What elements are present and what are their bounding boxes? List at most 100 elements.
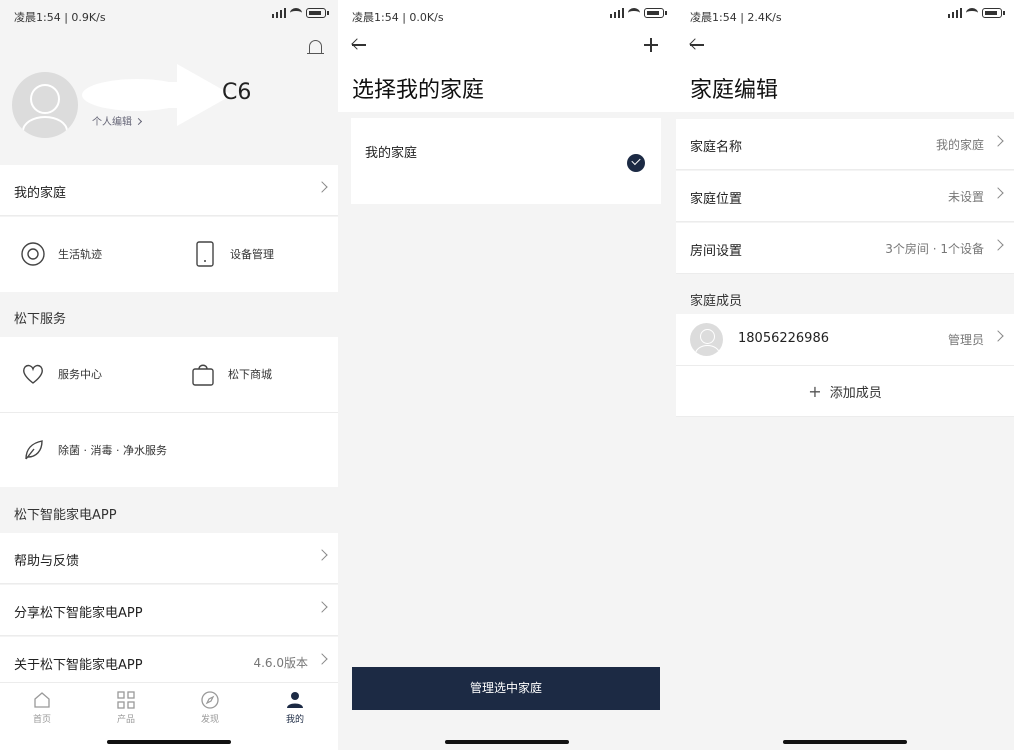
back-arrow-icon[interactable] [690, 38, 706, 52]
home-name-label: 家庭名称 [690, 140, 743, 155]
shopping-bag-icon [192, 364, 214, 386]
member-role: 管理员 [947, 333, 984, 347]
manage-selected-home-button[interactable]: 管理选中家庭 [352, 667, 660, 710]
room-settings-row[interactable]: 房间设置 3个房间 · 1个设备 [676, 223, 1014, 274]
tab-discover[interactable]: 发现 [185, 691, 235, 725]
service-heart-icon [23, 364, 43, 384]
home-name-row[interactable]: 家庭名称 我的家庭 [676, 119, 1014, 170]
services-section-title: 松下服务 [14, 312, 67, 327]
wifi-icon [290, 8, 302, 18]
home-location-label: 家庭位置 [690, 192, 743, 207]
help-feedback-row[interactable]: 帮助与反馈 [0, 533, 338, 584]
about-app-row[interactable]: 关于松下智能家电APP 4.6.0版本 [0, 637, 338, 688]
check-circle-icon [627, 154, 645, 172]
bell-icon[interactable] [307, 40, 324, 54]
sterilization-service-item[interactable]: 除菌 · 消毒 · 净水服务 [20, 437, 167, 463]
home-option-card[interactable]: 我的家庭 [351, 118, 661, 204]
app-section-title: 松下智能家电APP [14, 508, 117, 523]
life-track-label: 生活轨迹 [58, 248, 102, 261]
add-member-button[interactable]: + 添加成员 [676, 382, 1014, 401]
home-location-row[interactable]: 家庭位置 未设置 [676, 171, 1014, 222]
chevron-right-icon [316, 549, 328, 561]
help-feedback-label: 帮助与反馈 [14, 554, 80, 569]
home-indicator [783, 740, 907, 744]
plus-icon: + [808, 382, 822, 401]
battery-icon [644, 8, 667, 18]
home-grid: 生活轨迹 设备管理 [0, 217, 338, 292]
divider [0, 412, 338, 413]
wifi-icon [966, 8, 978, 18]
status-time: 凌晨1:54 | 0.9K/s [14, 11, 106, 24]
avatar[interactable] [12, 72, 78, 138]
chevron-right-icon [316, 601, 328, 613]
add-member-row[interactable]: + 添加成员 [676, 366, 1014, 417]
status-icons [272, 8, 329, 18]
chevron-right-icon [992, 330, 1004, 342]
edit-home-screen: 凌晨1:54 | 2.4K/s 家庭编辑 家庭名称 我的家庭 家庭位置 未设置 … [676, 0, 1014, 750]
battery-icon [982, 8, 1005, 18]
tab-products-label: 产品 [116, 715, 135, 725]
services-card: 服务中心 松下商城 除菌 · 消毒 · 净水服务 [0, 337, 338, 487]
signal-icon [610, 8, 624, 18]
status-icons [610, 8, 667, 18]
home-option-label: 我的家庭 [365, 146, 418, 161]
nickname: C6 [222, 80, 252, 105]
add-member-label: 添加成员 [829, 386, 882, 401]
service-center-item[interactable]: 服务中心 [20, 361, 102, 387]
device-management-label: 设备管理 [230, 248, 274, 261]
share-app-label: 分享松下智能家电APP [14, 606, 143, 621]
status-bar: 凌晨1:54 | 0.0K/s [338, 0, 676, 30]
home-indicator [445, 740, 569, 744]
status-time: 凌晨1:54 | 0.0K/s [352, 11, 444, 24]
tab-home[interactable]: 首页 [17, 691, 67, 725]
life-track-icon [21, 242, 45, 266]
tab-products[interactable]: 产品 [101, 691, 151, 725]
chevron-right-icon [992, 239, 1004, 251]
sterilization-service-label: 除菌 · 消毒 · 净水服务 [58, 444, 167, 457]
tab-discover-label: 发现 [200, 715, 219, 725]
home-icon [34, 692, 50, 708]
signal-icon [948, 8, 962, 18]
status-bar: 凌晨1:54 | 2.4K/s [676, 0, 1014, 30]
life-track-item[interactable]: 生活轨迹 [20, 241, 102, 267]
about-app-label: 关于松下智能家电APP [14, 658, 143, 673]
service-center-label: 服务中心 [58, 368, 102, 381]
panasonic-mall-item[interactable]: 松下商城 [190, 361, 272, 387]
chevron-right-icon [316, 653, 328, 665]
app-version: 4.6.0版本 [253, 656, 308, 670]
room-settings-label: 房间设置 [690, 244, 743, 259]
battery-icon [306, 8, 329, 18]
panasonic-mall-label: 松下商城 [228, 368, 272, 381]
tab-mine-label: 我的 [285, 715, 304, 725]
page-title: 家庭编辑 [690, 78, 779, 103]
page-title: 选择我的家庭 [352, 78, 485, 103]
chevron-right-icon [992, 187, 1004, 199]
select-home-screen: 凌晨1:54 | 0.0K/s 选择我的家庭 我的家庭 管理选中家庭 [338, 0, 676, 750]
member-row[interactable]: 18056226986 管理员 [676, 314, 1014, 366]
status-icons [948, 8, 1005, 18]
chevron-right-icon [992, 135, 1004, 147]
wifi-icon [628, 8, 640, 18]
compass-icon [201, 691, 219, 709]
home-location-value: 未设置 [947, 190, 984, 204]
my-home-row[interactable]: 我的家庭 [0, 165, 338, 216]
chevron-right-icon [316, 181, 328, 193]
home-indicator [107, 740, 231, 744]
plus-icon[interactable] [644, 38, 658, 52]
signal-icon [272, 8, 286, 18]
members-section-title: 家庭成员 [690, 294, 743, 309]
profile-screen: 凌晨1:54 | 0.9K/s C6 个人编辑 我的家庭 生活轨迹 设备管理 松… [0, 0, 338, 750]
room-settings-value: 3个房间 · 1个设备 [885, 242, 984, 256]
share-app-row[interactable]: 分享松下智能家电APP [0, 585, 338, 636]
apps-icon [117, 691, 135, 709]
member-phone: 18056226986 [738, 331, 829, 346]
back-arrow-icon[interactable] [352, 38, 368, 52]
person-icon [287, 692, 303, 708]
device-icon [196, 241, 214, 267]
tab-mine[interactable]: 我的 [270, 691, 320, 725]
chevron-right-icon [134, 117, 143, 126]
member-avatar [690, 323, 723, 356]
profile-edit-link[interactable]: 个人编辑 [92, 113, 143, 128]
status-bar: 凌晨1:54 | 0.9K/s [0, 0, 338, 30]
device-management-item[interactable]: 设备管理 [192, 241, 274, 267]
